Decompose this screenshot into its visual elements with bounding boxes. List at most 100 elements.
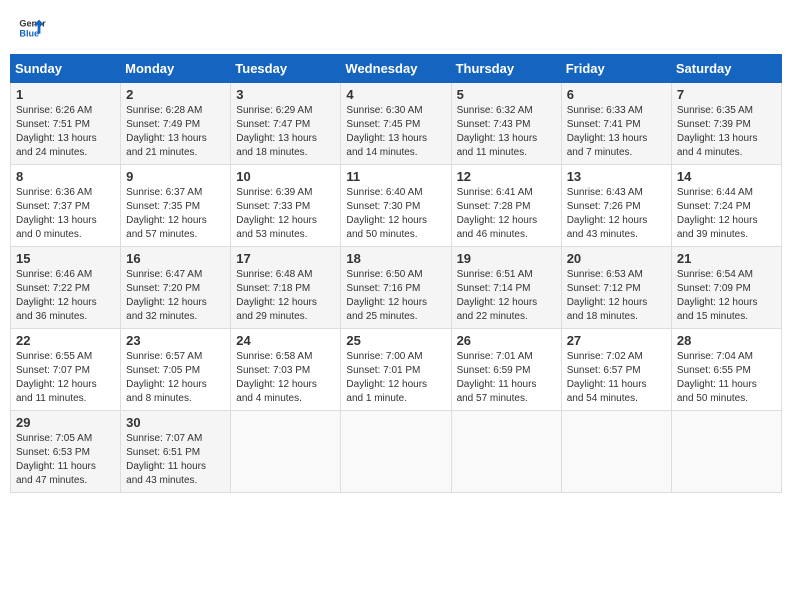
- calendar-cell: 18 Sunrise: 6:50 AMSunset: 7:16 PMDayligh…: [341, 247, 451, 329]
- calendar-week-row: 8 Sunrise: 6:36 AMSunset: 7:37 PMDaylight…: [11, 165, 782, 247]
- calendar-cell: 7 Sunrise: 6:35 AMSunset: 7:39 PMDaylight…: [671, 83, 781, 165]
- day-number: 15: [16, 251, 115, 266]
- day-number: 23: [126, 333, 225, 348]
- weekday-header-monday: Monday: [121, 55, 231, 83]
- day-number: 8: [16, 169, 115, 184]
- logo: General Blue: [18, 14, 46, 42]
- day-number: 7: [677, 87, 776, 102]
- calendar-cell: [561, 411, 671, 493]
- day-number: 13: [567, 169, 666, 184]
- cell-info: Sunrise: 6:48 AMSunset: 7:18 PMDaylight:…: [236, 269, 317, 322]
- weekday-header-friday: Friday: [561, 55, 671, 83]
- day-number: 20: [567, 251, 666, 266]
- day-number: 11: [346, 169, 445, 184]
- cell-info: Sunrise: 6:57 AMSunset: 7:05 PMDaylight:…: [126, 351, 207, 404]
- calendar-cell: 27 Sunrise: 7:02 AMSunset: 6:57 PMDayligh…: [561, 329, 671, 411]
- day-number: 9: [126, 169, 225, 184]
- logo-icon: General Blue: [18, 14, 46, 42]
- calendar-cell: [671, 411, 781, 493]
- calendar-cell: 3 Sunrise: 6:29 AMSunset: 7:47 PMDaylight…: [231, 83, 341, 165]
- day-number: 29: [16, 415, 115, 430]
- cell-info: Sunrise: 6:35 AMSunset: 7:39 PMDaylight:…: [677, 105, 758, 158]
- calendar-cell: 21Sunrise: 6:54 AMSunset: 7:09 PMDayligh…: [671, 247, 781, 329]
- calendar-cell: 5Sunrise: 6:32 AMSunset: 7:43 PMDaylight…: [451, 83, 561, 165]
- calendar-cell: [231, 411, 341, 493]
- calendar-cell: 16 Sunrise: 6:47 AMSunset: 7:20 PMDayligh…: [121, 247, 231, 329]
- cell-info: Sunrise: 7:04 AMSunset: 6:55 PMDaylight:…: [677, 351, 757, 404]
- calendar-cell: 23 Sunrise: 6:57 AMSunset: 7:05 PMDayligh…: [121, 329, 231, 411]
- calendar-cell: 22 Sunrise: 6:55 AMSunset: 7:07 PMDayligh…: [11, 329, 121, 411]
- day-number: 17: [236, 251, 335, 266]
- calendar-cell: 8 Sunrise: 6:36 AMSunset: 7:37 PMDaylight…: [11, 165, 121, 247]
- calendar-cell: 10Sunrise: 6:39 AMSunset: 7:33 PMDayligh…: [231, 165, 341, 247]
- day-number: 27: [567, 333, 666, 348]
- calendar-cell: 15Sunrise: 6:46 AMSunset: 7:22 PMDayligh…: [11, 247, 121, 329]
- calendar-week-row: 22 Sunrise: 6:55 AMSunset: 7:07 PMDayligh…: [11, 329, 782, 411]
- cell-info: Sunrise: 6:36 AMSunset: 7:37 PMDaylight:…: [16, 187, 97, 240]
- day-number: 22: [16, 333, 115, 348]
- calendar-week-row: 15Sunrise: 6:46 AMSunset: 7:22 PMDayligh…: [11, 247, 782, 329]
- weekday-header-sunday: Sunday: [11, 55, 121, 83]
- day-number: 19: [457, 251, 556, 266]
- day-number: 12: [457, 169, 556, 184]
- calendar-cell: 28 Sunrise: 7:04 AMSunset: 6:55 PMDayligh…: [671, 329, 781, 411]
- calendar-cell: 24 Sunrise: 6:58 AMSunset: 7:03 PMDayligh…: [231, 329, 341, 411]
- calendar-cell: 6 Sunrise: 6:33 AMSunset: 7:41 PMDaylight…: [561, 83, 671, 165]
- calendar-cell: 9Sunrise: 6:37 AMSunset: 7:35 PMDaylight…: [121, 165, 231, 247]
- cell-info: Sunrise: 6:39 AMSunset: 7:33 PMDaylight:…: [236, 187, 317, 240]
- calendar-cell: 12Sunrise: 6:41 AMSunset: 7:28 PMDayligh…: [451, 165, 561, 247]
- cell-info: Sunrise: 7:02 AMSunset: 6:57 PMDaylight:…: [567, 351, 647, 404]
- cell-info: Sunrise: 6:26 AMSunset: 7:51 PMDaylight:…: [16, 105, 97, 158]
- cell-info: Sunrise: 6:28 AMSunset: 7:49 PMDaylight:…: [126, 105, 207, 158]
- calendar-cell: 26 Sunrise: 7:01 AMSunset: 6:59 PMDayligh…: [451, 329, 561, 411]
- weekday-header-saturday: Saturday: [671, 55, 781, 83]
- calendar-cell: 25Sunrise: 7:00 AMSunset: 7:01 PMDayligh…: [341, 329, 451, 411]
- day-number: 18: [346, 251, 445, 266]
- cell-info: Sunrise: 6:40 AMSunset: 7:30 PMDaylight:…: [346, 187, 427, 240]
- cell-info: Sunrise: 6:55 AMSunset: 7:07 PMDaylight:…: [16, 351, 97, 404]
- cell-info: Sunrise: 6:29 AMSunset: 7:47 PMDaylight:…: [236, 105, 317, 158]
- weekday-header-thursday: Thursday: [451, 55, 561, 83]
- calendar-cell: 19 Sunrise: 6:51 AMSunset: 7:14 PMDayligh…: [451, 247, 561, 329]
- calendar-cell: 1 Sunrise: 6:26 AMSunset: 7:51 PMDaylight…: [11, 83, 121, 165]
- cell-info: Sunrise: 7:07 AMSunset: 6:51 PMDaylight:…: [126, 433, 206, 486]
- cell-info: Sunrise: 6:58 AMSunset: 7:03 PMDaylight:…: [236, 351, 317, 404]
- calendar-week-row: 1 Sunrise: 6:26 AMSunset: 7:51 PMDaylight…: [11, 83, 782, 165]
- cell-info: Sunrise: 7:01 AMSunset: 6:59 PMDaylight:…: [457, 351, 537, 404]
- day-number: 2: [126, 87, 225, 102]
- calendar-cell: 2 Sunrise: 6:28 AMSunset: 7:49 PMDaylight…: [121, 83, 231, 165]
- calendar-cell: 17 Sunrise: 6:48 AMSunset: 7:18 PMDayligh…: [231, 247, 341, 329]
- calendar-cell: 13 Sunrise: 6:43 AMSunset: 7:26 PMDayligh…: [561, 165, 671, 247]
- cell-info: Sunrise: 6:47 AMSunset: 7:20 PMDaylight:…: [126, 269, 207, 322]
- calendar-cell: 30Sunrise: 7:07 AMSunset: 6:51 PMDayligh…: [121, 411, 231, 493]
- page-header: General Blue: [10, 10, 782, 46]
- day-number: 16: [126, 251, 225, 266]
- cell-info: Sunrise: 6:43 AMSunset: 7:26 PMDaylight:…: [567, 187, 648, 240]
- day-number: 14: [677, 169, 776, 184]
- calendar-cell: [451, 411, 561, 493]
- calendar-cell: 29Sunrise: 7:05 AMSunset: 6:53 PMDayligh…: [11, 411, 121, 493]
- calendar-table: SundayMondayTuesdayWednesdayThursdayFrid…: [10, 54, 782, 493]
- calendar-week-row: 29Sunrise: 7:05 AMSunset: 6:53 PMDayligh…: [11, 411, 782, 493]
- svg-text:Blue: Blue: [19, 28, 39, 38]
- weekday-header-wednesday: Wednesday: [341, 55, 451, 83]
- calendar-cell: 14 Sunrise: 6:44 AMSunset: 7:24 PMDayligh…: [671, 165, 781, 247]
- day-number: 28: [677, 333, 776, 348]
- cell-info: Sunrise: 6:32 AMSunset: 7:43 PMDaylight:…: [457, 105, 538, 158]
- day-number: 24: [236, 333, 335, 348]
- day-number: 25: [346, 333, 445, 348]
- day-number: 6: [567, 87, 666, 102]
- calendar-cell: 11 Sunrise: 6:40 AMSunset: 7:30 PMDayligh…: [341, 165, 451, 247]
- day-number: 1: [16, 87, 115, 102]
- cell-info: Sunrise: 6:51 AMSunset: 7:14 PMDaylight:…: [457, 269, 538, 322]
- cell-info: Sunrise: 6:30 AMSunset: 7:45 PMDaylight:…: [346, 105, 427, 158]
- day-number: 21: [677, 251, 776, 266]
- cell-info: Sunrise: 6:50 AMSunset: 7:16 PMDaylight:…: [346, 269, 427, 322]
- cell-info: Sunrise: 6:44 AMSunset: 7:24 PMDaylight:…: [677, 187, 758, 240]
- cell-info: Sunrise: 6:33 AMSunset: 7:41 PMDaylight:…: [567, 105, 648, 158]
- day-number: 26: [457, 333, 556, 348]
- calendar-cell: [341, 411, 451, 493]
- weekday-header-tuesday: Tuesday: [231, 55, 341, 83]
- day-number: 4: [346, 87, 445, 102]
- day-number: 3: [236, 87, 335, 102]
